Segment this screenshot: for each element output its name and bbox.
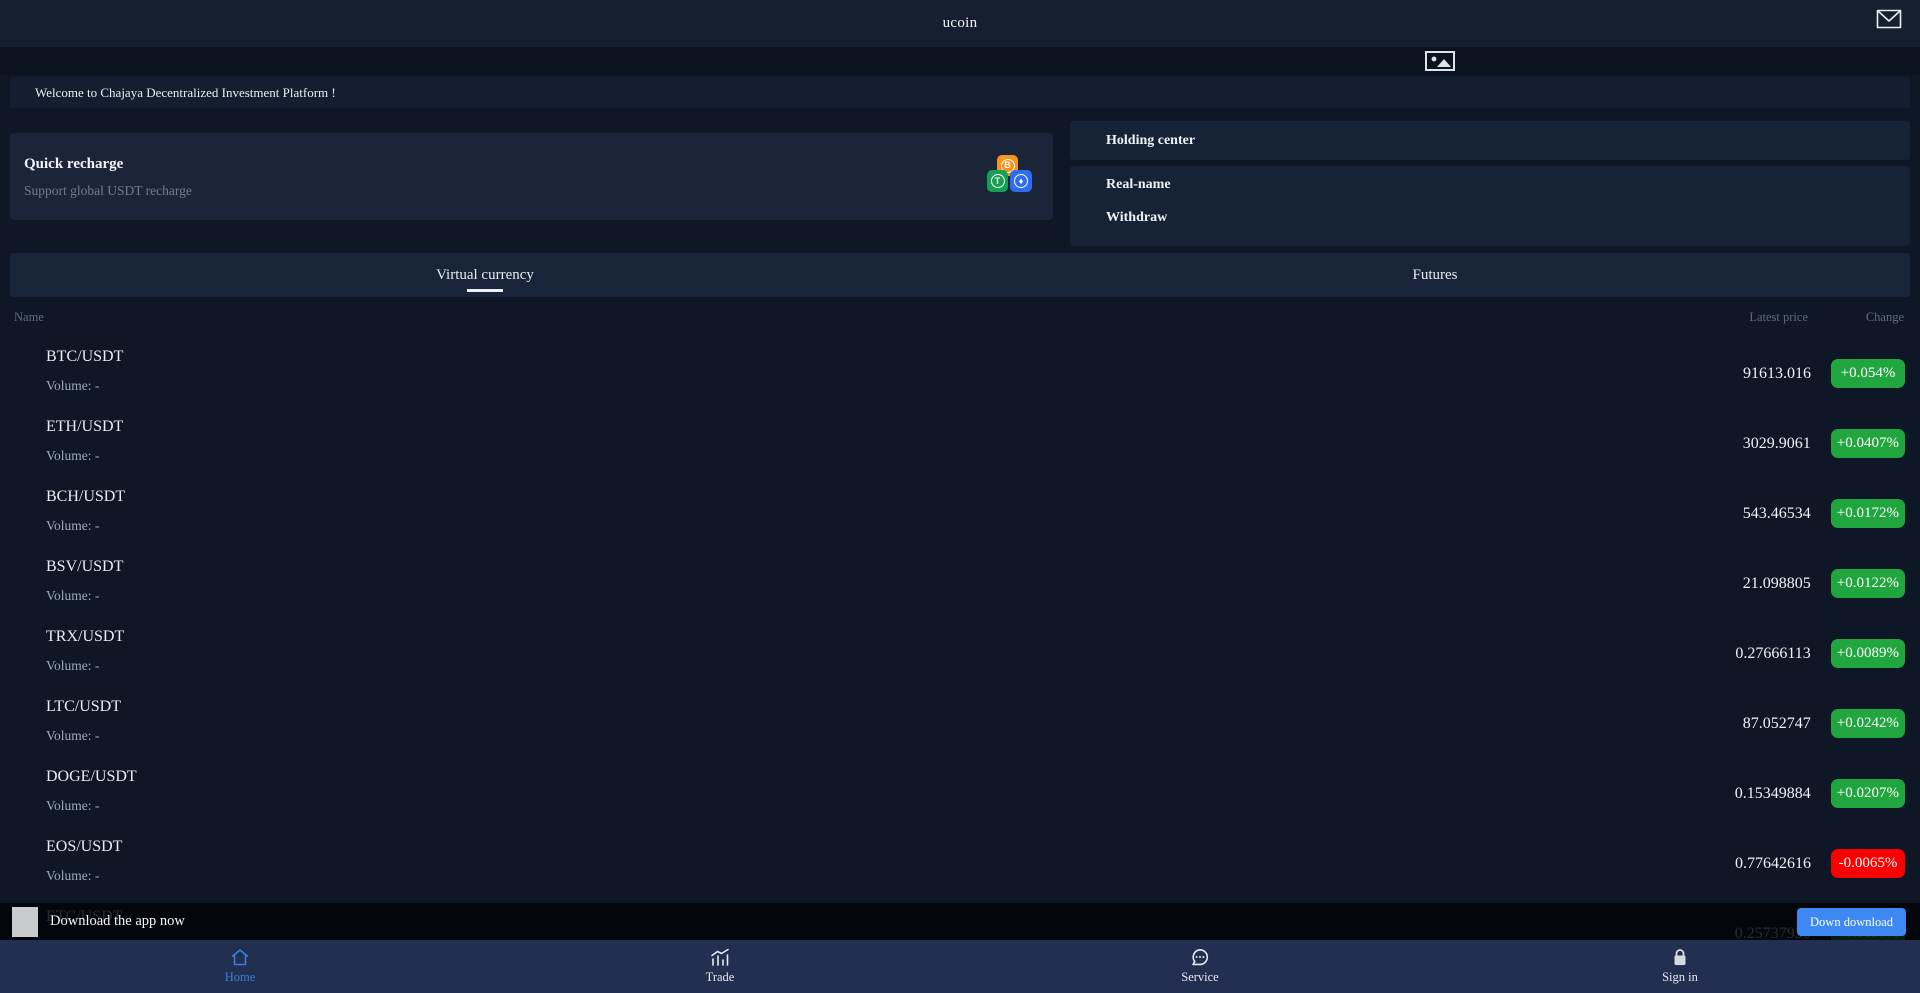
tab-futures[interactable]: Futures — [960, 253, 1910, 297]
pair-volume: Volume: - — [46, 378, 99, 394]
service-chat-icon — [1189, 948, 1211, 967]
market-row-doge[interactable]: DOGE/USDT Volume: - 0.15349884 +0.0207% — [0, 755, 1920, 825]
ethereum-symbol: ♦ — [1014, 174, 1028, 188]
pair-name: BSV/USDT — [46, 558, 123, 576]
change-badge: +0.0122% — [1831, 569, 1905, 598]
pair-volume: Volume: - — [46, 868, 99, 884]
change-badge: +0.0089% — [1831, 639, 1905, 668]
market-row-bsv[interactable]: BSV/USDT Volume: - 21.098805 +0.0122% — [0, 545, 1920, 615]
pair-name: ETH/USDT — [46, 418, 123, 436]
pair-volume: Volume: - — [46, 588, 99, 604]
change-badge: +0.0242% — [1831, 709, 1905, 738]
market-row-ltc[interactable]: LTC/USDT Volume: - 87.052747 +0.0242% — [0, 685, 1920, 755]
latest-price: 543.46534 — [1743, 505, 1811, 523]
download-button[interactable]: Down download — [1797, 908, 1906, 936]
pair-name: EOS/USDT — [46, 838, 122, 856]
nav-item-sign-in[interactable]: Sign in — [1440, 940, 1920, 993]
change-badge: +0.0407% — [1831, 429, 1905, 458]
menu-item-holding-center[interactable]: Holding center — [1070, 133, 1195, 149]
lock-icon — [1671, 948, 1689, 967]
mail-button[interactable] — [1874, 8, 1904, 34]
app-title: ucoin — [943, 15, 978, 32]
market-table: BTC/USDT Volume: - 91613.016 +0.054% ETH/… — [0, 335, 1920, 965]
market-row-eth[interactable]: ETH/USDT Volume: - 3029.9061 +0.0407% — [0, 405, 1920, 475]
nav-item-service[interactable]: Service — [960, 940, 1440, 993]
pair-name: DOGE/USDT — [46, 768, 137, 786]
tether-symbol: T — [991, 174, 1005, 188]
active-tab-indicator — [467, 289, 503, 292]
pair-volume: Volume: - — [46, 448, 99, 464]
cards-row: Quick recharge Support global USDT recha… — [10, 121, 1910, 245]
latest-price: 91613.016 — [1743, 365, 1811, 383]
top-bar: ucoin — [0, 0, 1920, 47]
nav-label: Home — [225, 970, 256, 985]
account-menu: Holding center Real-name Withdraw — [1070, 121, 1910, 246]
latest-price: 3029.9061 — [1743, 435, 1811, 453]
tether-icon: T — [987, 170, 1008, 192]
quick-recharge-subtitle: Support global USDT recharge — [24, 183, 192, 199]
app-logo-placeholder — [12, 907, 38, 937]
change-badge: -0.0065% — [1831, 849, 1905, 878]
trade-chart-icon — [709, 948, 731, 967]
pair-volume: Volume: - — [46, 658, 99, 674]
nav-label: Sign in — [1662, 970, 1698, 985]
latest-price: 21.098805 — [1743, 575, 1811, 593]
change-badge: +0.054% — [1831, 359, 1905, 388]
welcome-notice: Welcome to Chajaya Decentralized Investm… — [10, 77, 1910, 108]
menu-item-real-name[interactable]: Real-name — [1070, 177, 1910, 193]
menu-item-withdraw[interactable]: Withdraw — [1070, 210, 1910, 226]
nav-label: Trade — [706, 970, 735, 985]
account-actions-card: Real-name Withdraw — [1070, 166, 1910, 246]
pair-volume: Volume: - — [46, 518, 99, 534]
app-page: ucoin Welcome to Chajaya Decentralized I… — [0, 0, 1920, 993]
market-row-bch[interactable]: BCH/USDT Volume: - 543.46534 +0.0172% — [0, 475, 1920, 545]
welcome-notice-text: Welcome to Chajaya Decentralized Investm… — [35, 85, 336, 101]
home-icon — [229, 948, 251, 967]
pair-name: LTC/USDT — [46, 698, 121, 716]
banner-carousel — [0, 47, 1920, 75]
market-row-trx[interactable]: TRX/USDT Volume: - 0.27666113 +0.0089% — [0, 615, 1920, 685]
latest-price: 0.77642616 — [1735, 855, 1811, 873]
ethereum-icon: ♦ — [1010, 170, 1032, 192]
nav-label: Service — [1181, 970, 1218, 985]
nav-item-home[interactable]: Home — [0, 940, 480, 993]
market-table-header: Name Latest price Change — [0, 301, 1920, 331]
column-header-name: Name — [14, 310, 44, 325]
quick-recharge-title: Quick recharge — [24, 156, 123, 173]
pair-name: BCH/USDT — [46, 488, 125, 506]
change-badge: +0.0172% — [1831, 499, 1905, 528]
pair-name: BTC/USDT — [46, 348, 123, 366]
download-app-bar: Download the app now Down download — [0, 903, 1920, 940]
quick-recharge-card[interactable]: Quick recharge Support global USDT recha… — [10, 133, 1053, 220]
column-header-change: Change — [1866, 310, 1904, 325]
mail-icon — [1876, 9, 1902, 34]
pair-name: TRX/USDT — [46, 628, 124, 646]
crypto-coins-illustration: B T ♦ — [987, 155, 1043, 201]
download-bar-text: Download the app now — [50, 913, 185, 930]
market-row-btc[interactable]: BTC/USDT Volume: - 91613.016 +0.054% — [0, 335, 1920, 405]
broken-image-icon — [1425, 51, 1455, 76]
nav-item-trade[interactable]: Trade — [480, 940, 960, 993]
latest-price: 0.15349884 — [1735, 785, 1811, 803]
latest-price: 87.052747 — [1743, 715, 1811, 733]
market-tabs: Virtual currency Futures — [10, 253, 1910, 297]
change-badge: +0.0207% — [1831, 779, 1905, 808]
latest-price: 0.27666113 — [1735, 645, 1810, 663]
pair-volume: Volume: - — [46, 728, 99, 744]
holding-center-card: Holding center — [1070, 121, 1910, 160]
pair-volume: Volume: - — [46, 798, 99, 814]
bottom-nav: Home Trade — [0, 940, 1920, 993]
market-row-eos[interactable]: EOS/USDT Volume: - 0.77642616 -0.0065% — [0, 825, 1920, 895]
column-header-latest-price: Latest price — [1749, 310, 1808, 325]
